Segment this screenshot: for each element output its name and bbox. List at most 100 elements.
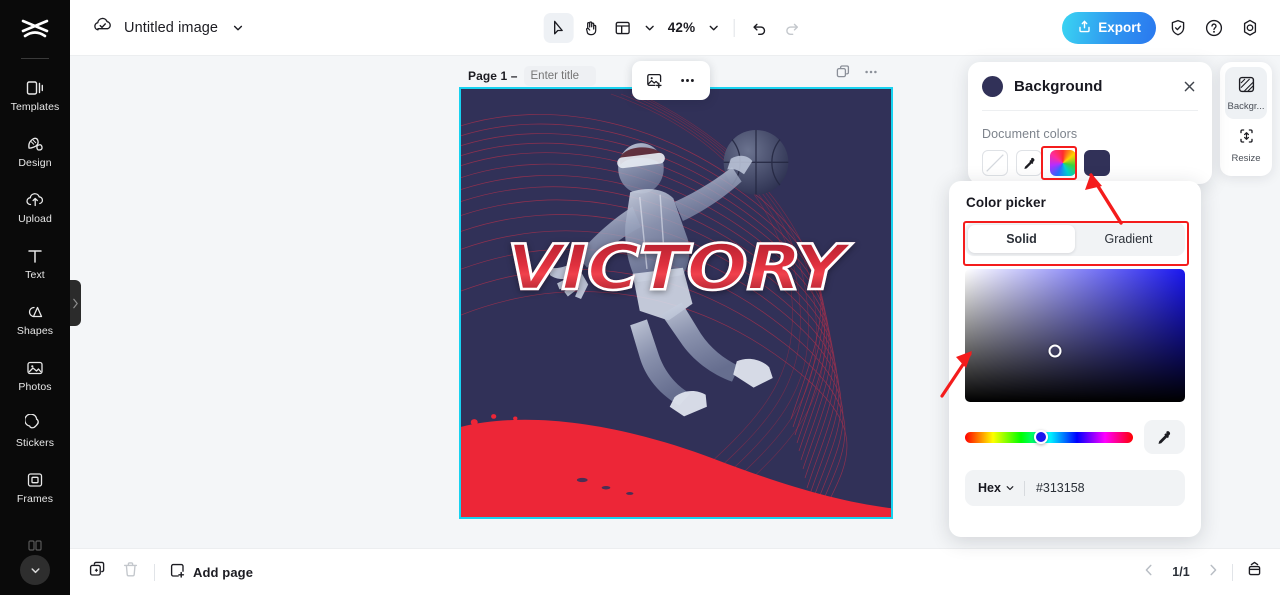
hex-input-row: Hex (965, 470, 1185, 506)
redo-icon (785, 23, 798, 35)
sidebar-item-photos[interactable]: Photos (0, 347, 70, 403)
background-panel: Background Document colors (968, 62, 1212, 184)
topbar-actions: Export (1062, 11, 1264, 44)
hex-format-chevron[interactable] (1005, 483, 1015, 493)
document-colors-swatches (968, 150, 1212, 176)
sidebar-item-design[interactable]: Design (0, 123, 70, 179)
sidebar-more-button[interactable] (20, 555, 50, 585)
cursor-select-icon (554, 20, 563, 34)
eyedropper-swatch[interactable] (1016, 150, 1042, 176)
hue-slider[interactable] (965, 430, 1133, 444)
delete-button[interactable] (121, 560, 140, 584)
duplicate-button[interactable] (88, 560, 107, 584)
zoom-chevron-button[interactable] (703, 14, 723, 42)
sidebar-item-upload[interactable]: Upload (0, 179, 70, 235)
chevron-right-icon (1210, 564, 1217, 575)
page-counter: 1/1 (1172, 565, 1190, 579)
background-fill-icon (1237, 75, 1256, 99)
page-more-button[interactable] (863, 64, 879, 85)
right-tool-rail: Backgr... Resize (1220, 62, 1272, 176)
no-color-swatch[interactable] (982, 150, 1008, 176)
close-panel-button[interactable] (1178, 75, 1200, 97)
hex-value-input[interactable] (1035, 481, 1146, 495)
saturation-value-area[interactable] (965, 269, 1185, 402)
sidebar-label: Upload (18, 213, 52, 226)
rainbow-picker-swatch[interactable] (1050, 150, 1076, 176)
chevron-right-icon (73, 298, 78, 308)
templates-icon (25, 77, 45, 98)
upload-share-icon (1077, 19, 1092, 37)
export-button[interactable]: Export (1062, 11, 1156, 44)
duplicate-page-button[interactable] (835, 64, 851, 85)
trash-icon (123, 562, 138, 577)
more-horizontal-icon (681, 79, 694, 82)
sidebar-item-stickers[interactable]: Stickers (0, 403, 70, 459)
sidebar-item-templates[interactable]: Templates (0, 67, 70, 123)
design-icon (25, 133, 45, 154)
hue-slider-handle[interactable] (1033, 430, 1048, 444)
redo-button[interactable] (776, 13, 806, 43)
chevron-down-icon (1006, 486, 1014, 491)
sidebar-item-text[interactable]: Text (0, 235, 70, 291)
document-title[interactable]: Untitled image (124, 20, 218, 36)
navy-color-swatch[interactable] (1084, 150, 1110, 176)
diagonal-slash-icon (986, 154, 1004, 172)
zoom-level-value[interactable]: 42% (662, 20, 702, 35)
eyedropper-icon (1023, 157, 1034, 169)
tab-solid[interactable]: Solid (968, 225, 1075, 253)
tab-gradient[interactable]: Gradient (1075, 225, 1182, 253)
sidebar-collapse-handle[interactable] (70, 280, 81, 326)
document-title-chevron[interactable] (228, 14, 248, 42)
top-toolbar: Untitled image 42% Export (70, 0, 1280, 56)
hand-pan-icon (585, 20, 597, 35)
saturation-value-handle[interactable] (1048, 344, 1062, 358)
sidebar-label: Templates (10, 101, 60, 114)
page-options-button[interactable] (674, 67, 702, 95)
shapes-icon (25, 301, 45, 322)
duplicate-icon (89, 561, 105, 576)
shield-check-button[interactable] (1164, 14, 1192, 42)
prev-page-button[interactable] (1142, 563, 1156, 582)
sidebar-divider (21, 58, 49, 59)
layout-chevron-button[interactable] (640, 14, 660, 42)
picker-eyedropper-button[interactable] (1144, 420, 1185, 454)
app-logo[interactable] (0, 4, 70, 54)
sidebar-item-frames[interactable]: Frames (0, 459, 70, 515)
add-image-button[interactable] (641, 67, 669, 95)
hue-controls (965, 420, 1185, 454)
help-button[interactable] (1200, 14, 1228, 42)
add-page-button[interactable]: Add page (169, 562, 253, 582)
layout-grid-icon (615, 21, 630, 34)
photos-icon (25, 357, 45, 378)
pages-panel-toggle-button[interactable] (1245, 560, 1264, 584)
hex-format-label[interactable]: Hex (978, 481, 1001, 495)
rail-item-background[interactable]: Backgr... (1225, 67, 1267, 119)
panel-header: Background (968, 62, 1212, 110)
bottom-toolbar: Add page 1/1 (70, 548, 1280, 595)
hex-divider (1023, 480, 1025, 496)
rail-item-resize[interactable]: Resize (1225, 119, 1267, 171)
layout-tool-button[interactable] (608, 13, 638, 43)
sidebar-item-shapes[interactable]: Shapes (0, 291, 70, 347)
page-title-input[interactable] (523, 66, 596, 86)
current-background-swatch[interactable] (982, 75, 1003, 97)
eyedropper-icon (1158, 430, 1171, 444)
color-picker-title: Color picker (966, 195, 1046, 210)
rail-label: Resize (1231, 152, 1261, 164)
settings-button[interactable] (1236, 14, 1264, 42)
sidebar-label: Stickers (15, 437, 55, 450)
undo-button[interactable] (744, 13, 774, 43)
hand-tool-button[interactable] (576, 13, 606, 43)
rail-label: Backgr... (1227, 100, 1265, 112)
close-icon (1184, 81, 1194, 91)
toolbar-divider (733, 18, 735, 37)
resize-icon (1237, 127, 1256, 151)
next-page-button[interactable] (1206, 563, 1220, 582)
undo-icon (753, 23, 765, 35)
more-horizontal-icon (865, 70, 877, 74)
color-picker-popup: Color picker Solid Gradient Hex (949, 181, 1201, 537)
design-canvas-page[interactable]: VICTORY (459, 87, 893, 519)
select-tool-button[interactable] (543, 12, 574, 43)
page-navigation: 1/1 (1142, 560, 1264, 584)
add-page-label: Add page (193, 564, 254, 580)
